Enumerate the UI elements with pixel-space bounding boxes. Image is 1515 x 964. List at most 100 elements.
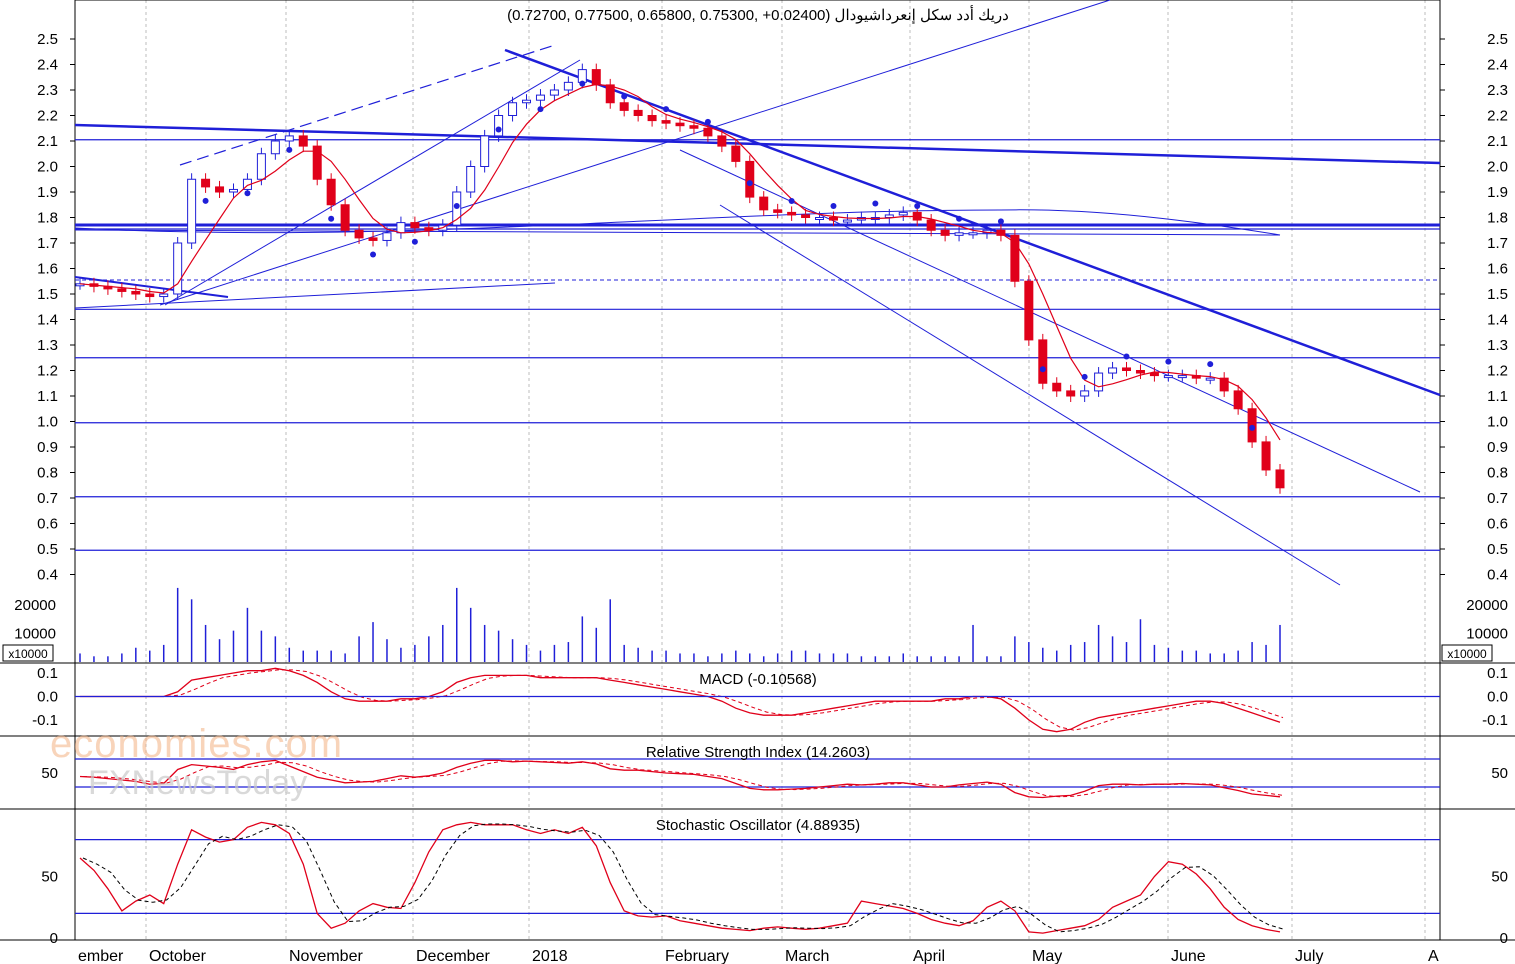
trend-line [159,0,1111,306]
sar-dot [1207,361,1214,368]
candle-body [1261,441,1271,471]
sar-dot [244,190,251,197]
volume-bars [79,587,1281,662]
sar-dot [830,203,837,210]
macd-tick-label: -0.1 [1482,712,1508,729]
candle-body [298,135,308,147]
candle-body [926,219,936,231]
sar-dot [1165,358,1172,365]
stock-chart: 0.4 0.4 0.5 0.5 0.6 0.6 0.7 0.7 0.8 0.8 0.9 0.9 1.0 1… [0,0,1515,964]
month-label: November [289,948,363,964]
price-tick-label: 2.0 [1487,159,1508,176]
sar-dot [788,197,795,204]
stochastic-tick-label: 50 [41,869,58,886]
volume-tick-label: 20000 [14,597,56,614]
candle-body [159,293,169,298]
rsi-tick-label: 50 [1491,765,1508,782]
macd-line [80,667,1281,733]
stochastic-tick-label: 50 [1491,869,1508,886]
price-tick-label: 1.5 [37,286,58,303]
macd-tick-label: 0.1 [1487,665,1508,682]
volume-tick-label: 20000 [1466,597,1508,614]
candle-body [270,140,280,155]
sar-dot [621,93,628,100]
rsi-tick-label: 50 [41,765,58,782]
price-tick-label: 0.4 [37,567,58,584]
candle-body [689,125,699,129]
rsi-signal-line [82,760,1284,798]
candle-body [591,69,601,86]
month-label: October [149,948,207,964]
price-tick-label: 1.9 [1487,184,1508,201]
price-tick-label: 1.1 [1487,388,1508,405]
price-tick-label: 1.2 [37,363,58,380]
stochastic-label: Stochastic Oscillator (4.88935) [656,817,860,834]
sar-dot [997,218,1004,225]
candle-body [563,81,573,91]
candle-body [633,109,643,117]
sar-dot [1081,373,1088,380]
candle-body [368,237,378,241]
grid [145,0,1426,940]
candle-body [815,217,825,220]
sar-dot [328,215,335,222]
price-tick-label: 2.2 [1487,108,1508,125]
price-tick-label: 2.3 [37,82,58,99]
month-label: June [1171,948,1206,964]
price-tick-label: 1.0 [1487,414,1508,431]
sar-dot [704,118,711,125]
sar-dot [956,215,963,222]
candle-body [619,102,629,111]
candle-body [773,209,783,213]
month-label: May [1032,948,1062,964]
candle-body [131,290,141,295]
macd-signal-line [83,669,1284,731]
sar-dot [537,106,544,113]
price-tick-label: 1.9 [37,184,58,201]
price-series [75,63,1285,494]
candle-body [661,120,671,124]
panel-frames [0,0,1515,941]
month-label: December [416,948,490,964]
candle-body [1275,469,1285,489]
candle-body [187,178,197,244]
price-tick-label: 2.3 [1487,82,1508,99]
candle-body [1135,370,1145,374]
candle-body [396,222,406,234]
price-tick-label: 1.7 [37,235,58,252]
price-tick-label: 2.4 [37,57,58,74]
candle-body [480,135,490,167]
sar-dot [1039,366,1046,373]
price-tick-label: 2.4 [1487,57,1508,74]
month-label: February [665,948,729,964]
candle-body [842,219,852,223]
candle-body [535,94,545,101]
rsi-label: Relative Strength Index (14.2603) [646,744,870,761]
volume-unit-right: x10000 [1447,647,1487,661]
price-tick-label: 1.6 [37,261,58,278]
sar-dot [370,251,377,258]
price-tick-label: 1.3 [1487,337,1508,354]
candle-body [549,89,559,96]
macd-tick-label: 0.0 [37,688,58,705]
month-label: April [913,948,945,964]
macd-tick-label: 0.0 [1487,688,1508,705]
candle-body [1094,372,1104,392]
candle-body [326,178,336,206]
candle-body [228,188,238,193]
candle-body [647,115,657,122]
price-panel-frame [74,0,1441,664]
price-tick-label: 1.8 [1487,210,1508,227]
candle-body [759,196,769,211]
price-tick-label: 1.1 [37,388,58,405]
sar-dot [914,203,921,210]
month-label: July [1295,948,1323,964]
candle-body [522,99,532,104]
candle-body [382,232,392,241]
macd-label: MACD (-0.10568) [699,671,817,688]
stochastic-tick-label: 0 [1500,930,1508,947]
indicator-lines [75,667,1440,934]
candle-body [1177,375,1187,379]
candle-body [675,122,685,127]
trend-line [164,59,581,306]
